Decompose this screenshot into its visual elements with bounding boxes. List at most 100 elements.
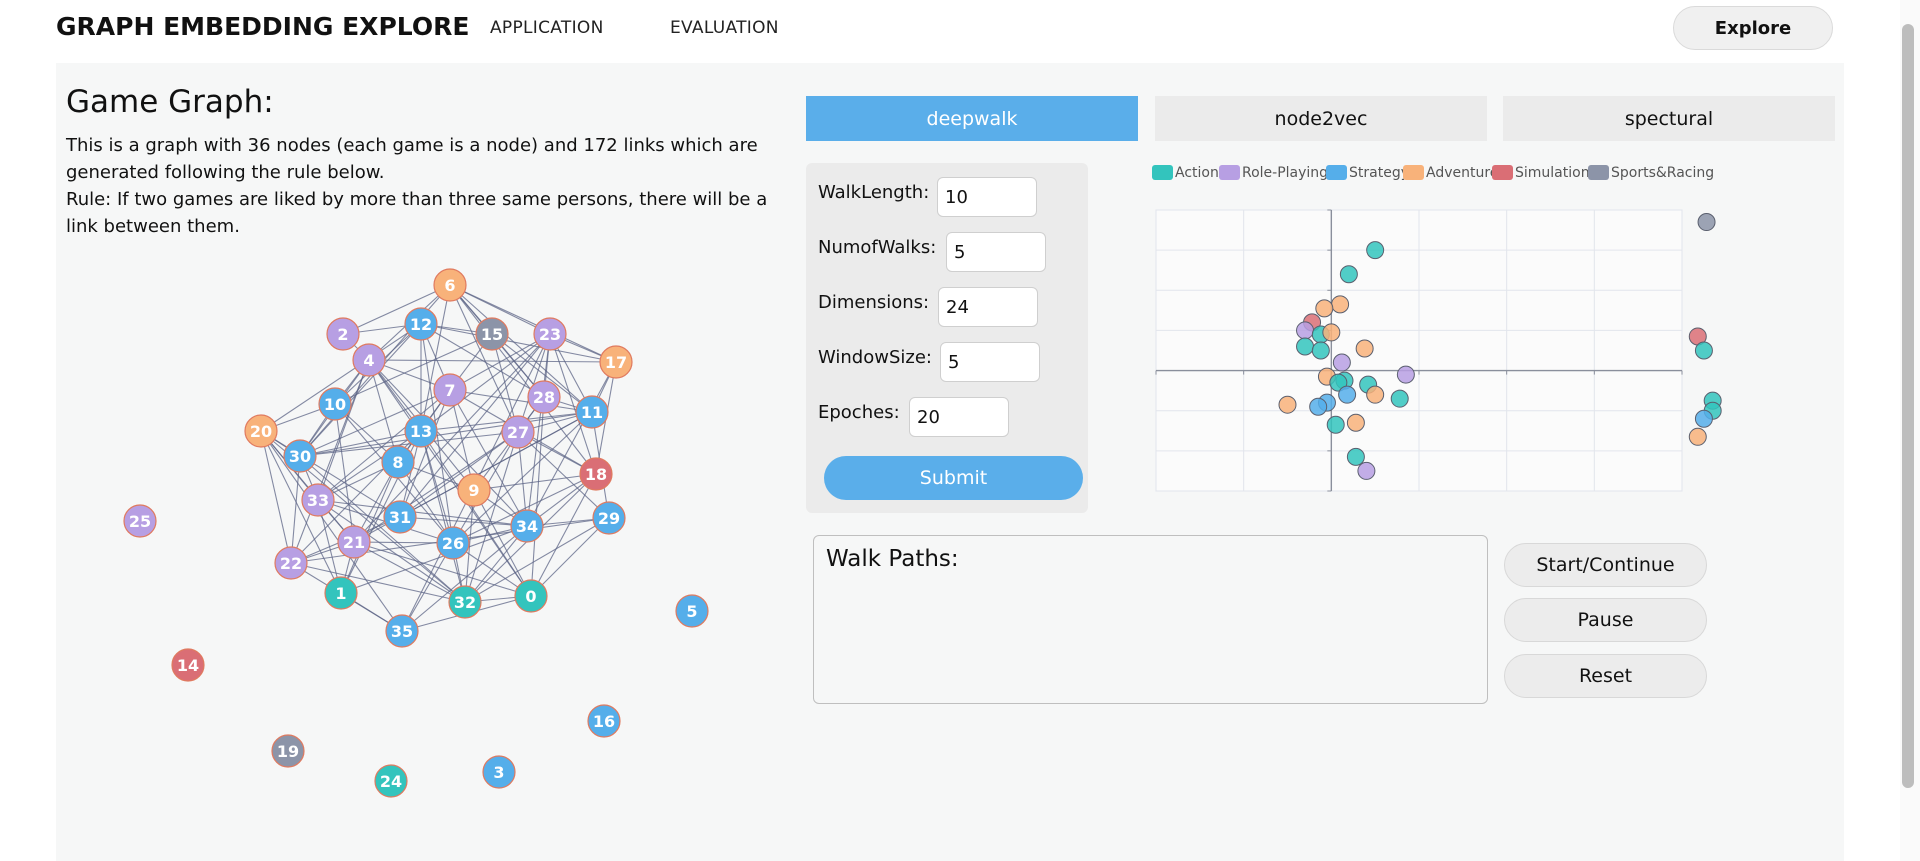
graph-node-29[interactable]: 29 bbox=[592, 501, 626, 535]
scatter-point-action[interactable] bbox=[1346, 447, 1365, 466]
graph-node-33[interactable]: 33 bbox=[301, 483, 335, 517]
tab-node2vec[interactable]: node2vec bbox=[1155, 96, 1487, 141]
reset-button[interactable]: Reset bbox=[1504, 654, 1707, 698]
graph-edge bbox=[299, 411, 593, 457]
scatter-point-adventure[interactable] bbox=[1278, 395, 1297, 414]
graph-node-25[interactable]: 25 bbox=[123, 504, 157, 538]
scatter-point-adventure[interactable] bbox=[1331, 295, 1350, 314]
game-graph-network[interactable]: 621215 234 17107 281120 13 2730 81893325 31 34 29… bbox=[100, 255, 740, 815]
walk-paths-title: Walk Paths: bbox=[826, 546, 959, 572]
graph-node-label: 32 bbox=[454, 593, 476, 612]
graph-node-35[interactable]: 35 bbox=[385, 614, 419, 648]
num-walks-label: NumofWalks: bbox=[818, 237, 937, 258]
graph-node-13[interactable]: 13 bbox=[404, 414, 438, 448]
num-walks-input[interactable] bbox=[946, 232, 1046, 272]
start-continue-button[interactable]: Start/Continue bbox=[1504, 543, 1707, 587]
graph-edge bbox=[449, 284, 617, 363]
scatter-point-adventure[interactable] bbox=[1346, 413, 1365, 432]
graph-node-8[interactable]: 8 bbox=[381, 445, 415, 479]
scrollbar-thumb[interactable] bbox=[1902, 24, 1914, 788]
graph-node-5[interactable]: 5 bbox=[675, 594, 709, 628]
graph-node-34[interactable]: 34 bbox=[510, 509, 544, 543]
graph-node-label: 1 bbox=[335, 584, 346, 603]
chart-grid bbox=[1155, 209, 1683, 492]
submit-button[interactable]: Submit bbox=[824, 456, 1083, 500]
tab-deepwalk[interactable]: deepwalk bbox=[806, 96, 1138, 141]
scatter-point-action[interactable] bbox=[1390, 389, 1409, 408]
graph-node-label: 26 bbox=[442, 534, 464, 553]
scatter-point-strategy[interactable] bbox=[1309, 397, 1328, 416]
graph-node-10[interactable]: 10 bbox=[318, 387, 352, 421]
graph-node-21[interactable]: 21 bbox=[337, 525, 371, 559]
scatter-point-role_playing[interactable] bbox=[1396, 365, 1415, 384]
graph-node-label: 14 bbox=[177, 656, 199, 675]
graph-node-22[interactable]: 22 bbox=[274, 546, 308, 580]
graph-node-1[interactable]: 1 bbox=[324, 576, 358, 610]
scatter-point-role_playing[interactable] bbox=[1332, 353, 1351, 372]
scatter-point-adventure[interactable] bbox=[1355, 339, 1374, 358]
graph-node-23[interactable]: 23 bbox=[533, 317, 567, 351]
graph-node-26[interactable]: 26 bbox=[436, 526, 470, 560]
dimensions-label: Dimensions: bbox=[818, 292, 930, 313]
scatter-point-adventure[interactable] bbox=[1322, 323, 1341, 342]
graph-node-4[interactable]: 4 bbox=[352, 343, 386, 377]
nav-link-evaluation[interactable]: EVALUATION bbox=[670, 18, 779, 38]
graph-node-label: 20 bbox=[250, 422, 272, 441]
legend-label: Simulation bbox=[1515, 165, 1590, 181]
legend-swatch-strategy bbox=[1326, 165, 1347, 180]
epoches-input[interactable] bbox=[909, 397, 1009, 437]
scatter-point-strategy[interactable] bbox=[1338, 385, 1357, 404]
graph-node-28[interactable]: 28 bbox=[527, 380, 561, 414]
graph-node-24[interactable]: 24 bbox=[374, 764, 408, 798]
walk-length-input[interactable] bbox=[937, 177, 1037, 217]
graph-node-19[interactable]: 19 bbox=[271, 734, 305, 768]
graph-node-11[interactable]: 11 bbox=[575, 395, 609, 429]
scatter-point-adventure[interactable] bbox=[1688, 427, 1707, 446]
graph-node-label: 27 bbox=[507, 423, 529, 442]
legend-swatch-action bbox=[1152, 165, 1173, 180]
graph-node-0[interactable]: 0 bbox=[514, 579, 548, 613]
graph-node-31[interactable]: 31 bbox=[383, 500, 417, 534]
scatter-point-action[interactable] bbox=[1311, 341, 1330, 360]
graph-node-2[interactable]: 2 bbox=[326, 317, 360, 351]
graph-node-32[interactable]: 32 bbox=[448, 585, 482, 619]
graph-nodes[interactable]: 621215 234 17107 281120 13 2730 81893325 31 34 29… bbox=[123, 268, 709, 798]
scatter-point-action[interactable] bbox=[1694, 341, 1713, 360]
scatter-point-sports_racing[interactable] bbox=[1697, 213, 1716, 232]
scatter-point-adventure[interactable] bbox=[1315, 299, 1334, 318]
graph-node-6[interactable]: 6 bbox=[433, 268, 467, 302]
scatter-point-adventure[interactable] bbox=[1366, 385, 1385, 404]
graph-node-14[interactable]: 14 bbox=[171, 648, 205, 682]
graph-node-3[interactable]: 3 bbox=[482, 755, 516, 789]
graph-node-16[interactable]: 16 bbox=[587, 704, 621, 738]
scatter-point-action[interactable] bbox=[1366, 241, 1385, 260]
scatter-point-action[interactable] bbox=[1326, 415, 1345, 434]
graph-node-18[interactable]: 18 bbox=[579, 457, 613, 491]
embedding-scatter-chart[interactable]: Action Role-Playing Strategy Adventure Simul… bbox=[1148, 160, 1728, 500]
graph-node-17[interactable]: 17 bbox=[599, 345, 633, 379]
explore-button[interactable]: Explore bbox=[1673, 6, 1833, 50]
scatter-point-strategy[interactable] bbox=[1694, 409, 1713, 428]
scatter-point-role_playing[interactable] bbox=[1357, 461, 1376, 480]
brand-title: GRAPH EMBEDDING EXPLORE bbox=[56, 12, 470, 41]
graph-node-15[interactable]: 15 bbox=[475, 317, 509, 351]
scatter-point-role_playing[interactable] bbox=[1296, 321, 1315, 340]
graph-node-7[interactable]: 7 bbox=[433, 373, 467, 407]
graph-node-label: 19 bbox=[277, 742, 299, 761]
graph-node-20[interactable]: 20 bbox=[244, 414, 278, 448]
nav-link-application[interactable]: APPLICATION bbox=[490, 18, 604, 38]
graph-node-label: 4 bbox=[363, 351, 374, 370]
tab-spectural[interactable]: spectural bbox=[1503, 96, 1835, 141]
scatter-point-action[interactable] bbox=[1339, 265, 1358, 284]
graph-node-12[interactable]: 12 bbox=[404, 307, 438, 341]
scatter-point-action[interactable] bbox=[1296, 337, 1315, 356]
graph-node-27[interactable]: 27 bbox=[501, 415, 535, 449]
graph-node-9[interactable]: 9 bbox=[457, 473, 491, 507]
graph-node-label: 9 bbox=[468, 481, 479, 500]
dimensions-input[interactable] bbox=[938, 287, 1038, 327]
walk-length-label: WalkLength: bbox=[818, 182, 930, 203]
graph-node-30[interactable]: 30 bbox=[283, 439, 317, 473]
graph-edge bbox=[368, 359, 617, 363]
pause-button[interactable]: Pause bbox=[1504, 598, 1707, 642]
window-size-input[interactable] bbox=[940, 342, 1040, 382]
